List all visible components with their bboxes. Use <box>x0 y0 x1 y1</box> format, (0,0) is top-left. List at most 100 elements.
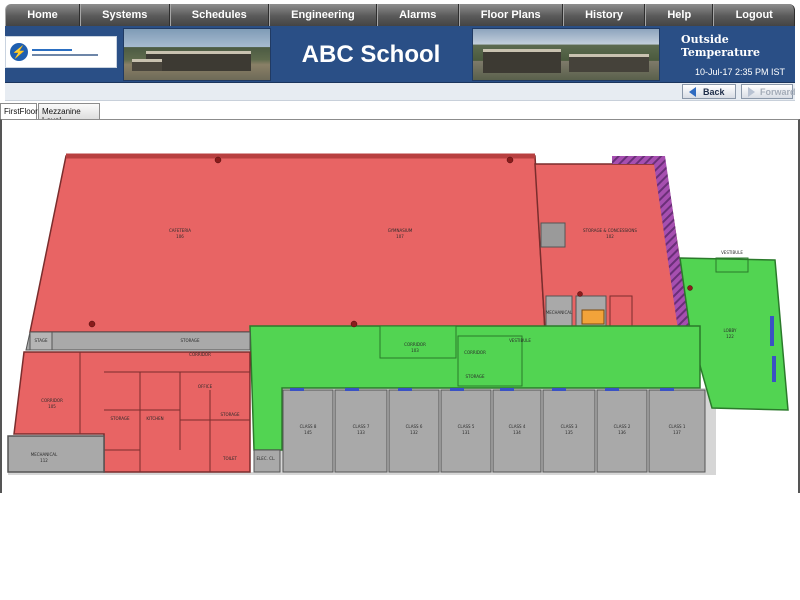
building-photo-right <box>472 28 660 81</box>
tab-first-floor[interactable]: FirstFloor <box>0 103 38 120</box>
forward-arrow-icon <box>748 86 755 97</box>
room-label: MECHANICAL <box>31 452 58 457</box>
menu-alarms[interactable]: Alarms <box>376 4 459 26</box>
svg-text:102: 102 <box>606 234 614 239</box>
room-label: CLASS 4 <box>509 424 526 429</box>
room-number: 134 <box>513 430 521 435</box>
company-logo: ⚡ <box>5 36 117 68</box>
zone-storage-strip[interactable] <box>25 331 251 351</box>
svg-text:MECHANICAL: MECHANICAL <box>546 310 573 315</box>
svg-text:CORRIDOR: CORRIDOR <box>41 398 63 403</box>
forward-label: Forward <box>760 86 796 97</box>
room-kitchen-amber[interactable] <box>581 309 605 325</box>
back-label: Back <box>703 86 725 97</box>
forward-button[interactable]: Forward <box>741 84 796 99</box>
svg-text:LOBBY: LOBBY <box>724 328 738 333</box>
svg-text:CORRIDOR: CORRIDOR <box>464 350 486 355</box>
room-number: 122 <box>726 334 734 339</box>
room-label: CLASS 2 <box>614 424 631 429</box>
room-label: STORAGE <box>220 412 240 417</box>
svg-text:135: 135 <box>565 430 573 435</box>
room-number: 106 <box>176 234 184 239</box>
room-label: CAFETERIA <box>169 228 191 233</box>
menu-schedules[interactable]: Schedules <box>169 4 269 26</box>
svg-text:VESTIBULE: VESTIBULE <box>721 250 743 255</box>
room-number: 102 <box>606 234 614 239</box>
svg-text:137: 137 <box>673 430 681 435</box>
svg-text:CLASS 6: CLASS 6 <box>406 424 423 429</box>
room-label: VESTIBULE <box>721 250 743 255</box>
svg-text:VESTIBULE: VESTIBULE <box>509 338 531 343</box>
room-label: CLASS 3 <box>561 424 578 429</box>
svg-text:106: 106 <box>176 234 184 239</box>
svg-text:STAGE: STAGE <box>35 338 48 343</box>
room-label: CORRIDOR <box>404 342 426 347</box>
back-arrow-icon <box>689 86 696 97</box>
back-button[interactable]: Back <box>682 84 736 99</box>
elevator-shaft <box>540 222 566 248</box>
room-label: CORRIDOR <box>41 398 63 403</box>
menu-history[interactable]: History <box>562 4 646 26</box>
room-number: 137 <box>673 430 681 435</box>
svg-text:103: 103 <box>411 348 419 353</box>
room-number: 103 <box>411 348 419 353</box>
svg-text:CAFETERIA: CAFETERIA <box>169 228 191 233</box>
zone-cafeteria-gymnasium[interactable] <box>29 155 546 333</box>
tab-mezzanine-level[interactable]: Mezzanine Level <box>38 103 100 125</box>
room-label: CORRIDOR <box>464 350 486 355</box>
room-label: KITCHEN <box>146 416 163 421</box>
site-title: ABC School <box>301 40 441 68</box>
room-number: 133 <box>357 430 365 435</box>
menu-floor-plans[interactable]: Floor Plans <box>458 4 563 26</box>
room-office-red[interactable] <box>609 295 633 329</box>
svg-text:CLASS 2: CLASS 2 <box>614 424 631 429</box>
room-label: CLASS 7 <box>353 424 370 429</box>
room-label: CLASS 1 <box>669 424 686 429</box>
svg-text:136: 136 <box>618 430 626 435</box>
logo-wordmark <box>32 46 102 59</box>
navigation-row: Back Forward <box>5 83 796 101</box>
menu-systems[interactable]: Systems <box>79 4 170 26</box>
svg-text:112: 112 <box>40 458 48 463</box>
room-label: LOBBY <box>724 328 738 333</box>
svg-text:MECHANICAL: MECHANICAL <box>31 452 58 457</box>
room-number: 107 <box>396 234 404 239</box>
room-label: CLASS 8 <box>300 424 317 429</box>
menu-engineering[interactable]: Engineering <box>268 4 377 26</box>
room-label: CLASS 6 <box>406 424 423 429</box>
room-number: 112 <box>40 458 48 463</box>
logo-bolt-icon: ⚡ <box>10 43 28 61</box>
room-number: 145 <box>304 430 312 435</box>
classroom-row <box>282 389 706 473</box>
svg-text:134: 134 <box>513 430 521 435</box>
room-label: OFFICE <box>198 384 213 389</box>
svg-text:CLASS 3: CLASS 3 <box>561 424 578 429</box>
room-label: TOILET <box>222 456 238 461</box>
menu-logout[interactable]: Logout <box>713 4 796 26</box>
room-label: STORAGE <box>110 416 130 421</box>
svg-text:CLASS 1: CLASS 1 <box>669 424 686 429</box>
svg-text:CORRIDOR: CORRIDOR <box>404 342 426 347</box>
menu-home[interactable]: Home <box>5 4 80 26</box>
room-label: ELEC. CL. <box>257 456 276 461</box>
svg-text:133: 133 <box>357 430 365 435</box>
svg-text:CLASS 4: CLASS 4 <box>509 424 526 429</box>
svg-text:CLASS 7: CLASS 7 <box>353 424 370 429</box>
svg-text:105: 105 <box>48 404 56 409</box>
room-number: 136 <box>618 430 626 435</box>
room-label: STORAGE & CONCESSIONS <box>583 228 637 233</box>
building-photo-left <box>123 28 271 81</box>
svg-text:CLASS 8: CLASS 8 <box>300 424 317 429</box>
room-label: VESTIBULE <box>509 338 531 343</box>
room-elec-closet[interactable] <box>253 449 281 473</box>
room-label: GYMNASIUM <box>388 228 413 233</box>
room-label: STORAGE <box>180 338 200 343</box>
room-number: 132 <box>410 430 418 435</box>
svg-text:122: 122 <box>726 334 734 339</box>
svg-text:KITCHEN: KITCHEN <box>146 416 163 421</box>
svg-text:107: 107 <box>396 234 404 239</box>
room-label: MECHANICAL <box>546 310 573 315</box>
header-banner: ⚡ ABC School Outside Temperature 10-Jul-… <box>5 26 795 83</box>
room-number: 105 <box>48 404 56 409</box>
menu-help[interactable]: Help <box>645 4 714 26</box>
